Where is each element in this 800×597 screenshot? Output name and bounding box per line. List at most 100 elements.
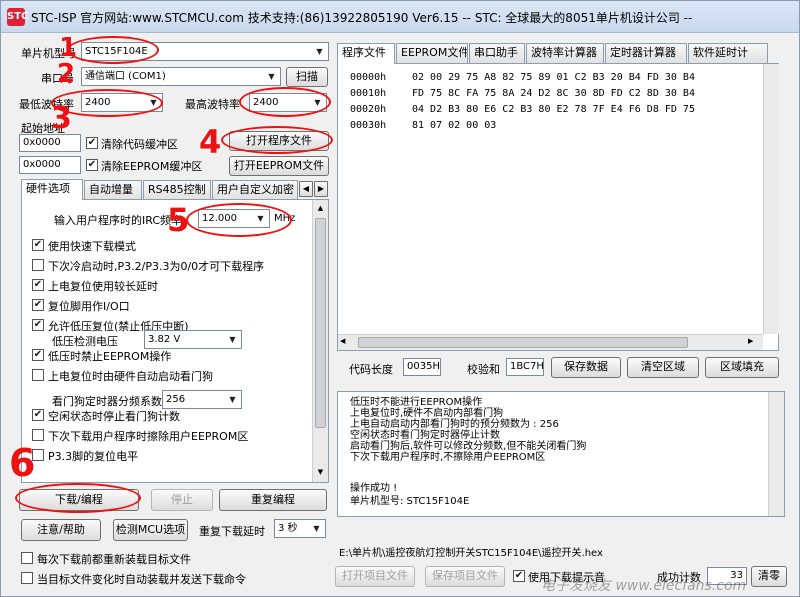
max-baud-label: 最高波特率	[185, 98, 240, 111]
watermark: 电子发烧友 www.elecfans.com	[541, 578, 747, 594]
hex-file-path: E:\单片机\遥控夜航灯控制开关STC15F104E\遥控开关.hex	[339, 548, 603, 559]
eeprom-start-address-input[interactable]: 0x0000	[19, 156, 81, 174]
tab-right-1[interactable]: EEPROM文件	[396, 43, 468, 63]
tab-rs485[interactable]: RS485控制	[143, 180, 211, 200]
retry-delay-value: 3 秒	[278, 523, 298, 534]
option-label: 下次下载用户程序时擦除用户EEPROM区	[48, 430, 249, 443]
option-checkbox[interactable]: ✔	[32, 409, 44, 421]
detect-mcu-button[interactable]: 检测MCU选项	[113, 519, 188, 541]
chevron-down-icon: ▼	[268, 72, 275, 81]
code-start-address-input[interactable]: 0x0000	[19, 134, 81, 152]
auto-reload-label: 当目标文件变化时自动装载并发送下载命令	[37, 573, 246, 586]
reload-each-label: 每次下载前都重新装载目标文件	[37, 553, 191, 566]
help-button[interactable]: 注意/帮助	[21, 519, 101, 541]
log-line: 下次下载用户程序时,不擦除用户EEPROM区	[350, 452, 546, 463]
tab-scroll-right-icon[interactable]: ▶	[314, 181, 328, 197]
annotation-number-5: 5	[167, 201, 190, 239]
option-checkbox[interactable]: ✔	[32, 349, 44, 361]
retry-delay-label: 重复下载延时	[199, 525, 265, 538]
chevron-down-icon: ▼	[313, 524, 320, 533]
tab-right-0[interactable]: 程序文件	[337, 43, 395, 64]
chevron-down-icon: ▼	[316, 47, 323, 56]
scroll-right-icon[interactable]: ▶	[748, 337, 753, 345]
option-checkbox[interactable]: ✔	[32, 299, 44, 311]
retry-delay-select[interactable]: 3 秒 ▼	[274, 519, 326, 538]
hex-address: 00000h	[350, 72, 387, 83]
hex-bytes[interactable]: 81 07 02 00 03	[412, 118, 496, 134]
serial-port-value: 通信端口 (COM1)	[85, 71, 166, 82]
tab-hardware-options[interactable]: 硬件选项	[21, 179, 83, 200]
option-label: P3.3脚的复位电平	[48, 450, 139, 463]
option-label: 上电复位时由硬件自动启动看门狗	[48, 370, 213, 383]
option-label: 低压时禁止EEPROM操作	[48, 350, 172, 363]
lvd-voltage-value: 3.82 V	[148, 334, 181, 345]
option-label: 下次冷启动时,P3.2/P3.3为0/0才可下载程序	[48, 260, 265, 273]
tab-user-encryption[interactable]: 用户自定义加密	[212, 180, 298, 200]
irc-frequency-label: 输入用户程序时的IRC频率	[54, 214, 183, 227]
repeat-program-button[interactable]: 重复编程	[219, 489, 327, 511]
option-checkbox[interactable]	[32, 429, 44, 441]
clear-count-button[interactable]: 清零	[751, 566, 787, 587]
scroll-thumb[interactable]	[315, 218, 326, 428]
option-checkbox[interactable]	[32, 259, 44, 271]
hex-horizontal-scrollbar[interactable]: ◀ ▶	[338, 334, 763, 350]
save-project-button[interactable]: 保存项目文件	[425, 566, 505, 587]
option-checkbox[interactable]: ✔	[32, 319, 44, 331]
checksum-label: 校验和	[467, 363, 500, 376]
auto-reload-checkbox[interactable]	[21, 572, 33, 584]
annotation-circle-6	[15, 483, 141, 513]
serial-port-select[interactable]: 通信端口 (COM1) ▼	[81, 67, 281, 86]
code-length-label: 代码长度	[349, 363, 393, 376]
option-checkbox[interactable]: ✔	[32, 239, 44, 251]
hex-scroll-thumb[interactable]	[358, 337, 688, 348]
tab-auto-increment[interactable]: 自动增量	[84, 180, 142, 200]
wdt-prescaler-select[interactable]: 256 ▼	[162, 390, 242, 409]
hex-bytes[interactable]: FD 75 8C FA 75 8A 24 D2 8C 30 8D FD C2 8…	[412, 86, 695, 102]
options-scrollbar[interactable]: ▲ ▼	[312, 200, 328, 482]
wdt-prescaler-label: 看门狗定时器分频系数	[52, 395, 162, 408]
scroll-left-icon[interactable]: ◀	[340, 337, 345, 345]
annotation-circle-1	[67, 36, 159, 64]
tab-right-3[interactable]: 波特率计算器	[526, 43, 604, 63]
save-data-button[interactable]: 保存数据	[551, 357, 621, 378]
log-scrollbar[interactable]	[768, 392, 784, 516]
app-window: STC STC-ISP 官方网站:www.STCMCU.com 技术支持:(86…	[0, 0, 800, 597]
tab-right-5[interactable]: 软件延时计	[688, 43, 768, 63]
open-eeprom-file-button[interactable]: 打开EEPROM文件	[229, 156, 329, 176]
annotation-circle-4	[221, 126, 333, 154]
option-checkbox[interactable]	[32, 369, 44, 381]
fill-area-button[interactable]: 区域填充	[705, 357, 779, 378]
hex-bytes[interactable]: 04 D2 B3 80 E6 C2 B3 80 E2 78 7F E4 F6 D…	[412, 102, 695, 118]
scroll-up-icon[interactable]: ▲	[314, 202, 327, 215]
app-icon: STC	[7, 8, 28, 26]
annotation-number-6: 6	[9, 441, 36, 485]
chevron-down-icon: ▼	[229, 395, 236, 404]
window-title: STC-ISP 官方网站:www.STCMCU.com 技术支持:(86)139…	[31, 11, 693, 25]
checksum-value: 1BC7H	[506, 358, 544, 376]
wdt-prescaler-value: 256	[166, 394, 186, 405]
lvd-voltage-select[interactable]: 3.82 V ▼	[144, 330, 242, 349]
scroll-down-icon[interactable]: ▼	[314, 466, 327, 479]
tab-scroll-left-icon[interactable]: ◀	[299, 181, 313, 197]
clear-eeprom-checkbox[interactable]: ✔	[86, 159, 98, 171]
tab-right-2[interactable]: 串口助手	[469, 43, 525, 63]
log-success: 操作成功 !	[350, 483, 398, 494]
code-length-value: 0035H	[403, 358, 441, 376]
open-project-button[interactable]: 打开项目文件	[335, 566, 415, 587]
tab-right-4[interactable]: 定时器计算器	[605, 43, 687, 63]
reload-each-checkbox[interactable]	[21, 552, 33, 564]
option-label: 空闲状态时停止看门狗计数	[48, 410, 180, 423]
log-mcu-model: 单片机型号: STC15F104E	[350, 496, 470, 507]
hex-address: 00020h	[350, 104, 387, 115]
clear-code-checkbox[interactable]: ✔	[86, 137, 98, 149]
hardware-options-panel: 输入用户程序时的IRC频率 12.000 ▼ MHz ✔ 使用快速下载模式 下次冷启…	[21, 199, 329, 483]
clear-area-button[interactable]: 清空区域	[627, 357, 699, 378]
beep-checkbox[interactable]: ✔	[513, 570, 525, 582]
option-checkbox[interactable]: ✔	[32, 279, 44, 291]
hex-vertical-scrollbar[interactable]	[763, 64, 779, 334]
scan-button[interactable]: 扫描	[286, 67, 328, 87]
log-panel: 低压时不能进行EEPROM操作 上电复位时,硬件不启动内部看门狗 上电自动启动内部看…	[337, 391, 785, 517]
stop-button[interactable]: 停止	[151, 489, 213, 511]
hex-bytes[interactable]: 02 00 29 75 A8 82 75 89 01 C2 B3 20 B4 F…	[412, 70, 695, 86]
option-label: 复位脚用作I/O口	[48, 300, 130, 313]
